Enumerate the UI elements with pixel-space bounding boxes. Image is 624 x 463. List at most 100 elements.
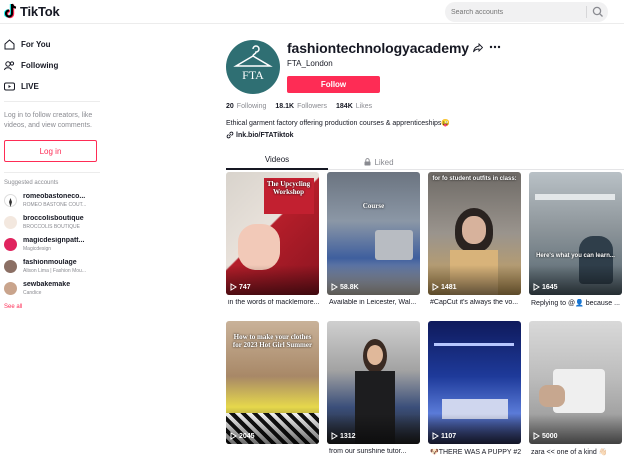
hanger-logo-icon xyxy=(233,45,273,67)
hand-shape xyxy=(238,224,280,270)
avatar xyxy=(4,260,17,273)
account-subtitle: Candice xyxy=(23,290,42,296)
account-subtitle: Magicdesign xyxy=(23,246,52,252)
people-icon xyxy=(4,60,15,70)
play-icon xyxy=(432,283,439,291)
suggested-account[interactable]: magicdesignpatt... Magicdesign xyxy=(4,236,104,254)
play-icon xyxy=(331,283,338,291)
account-subtitle: BROCCOLIS BOUTIQUE xyxy=(23,224,80,230)
avatar xyxy=(4,216,17,229)
video-caption[interactable]: #CapCut it's always the vo... xyxy=(430,299,523,306)
suggested-account[interactable]: fashionmoulage Alison Lima | Fashion Mou… xyxy=(4,258,104,276)
profile-username: fashiontechnologyacademy xyxy=(287,40,469,56)
login-button[interactable]: Log in xyxy=(4,140,97,162)
live-icon xyxy=(4,82,15,90)
profile-link-text: lnk.bio/FTATiktok xyxy=(236,131,294,139)
nav-following[interactable]: Following xyxy=(4,57,58,73)
account-subtitle: Alison Lima | Fashion Mou... xyxy=(23,268,86,274)
search-bar xyxy=(445,2,608,22)
ceiling-light xyxy=(535,194,615,200)
suggested-account[interactable]: broccolisboutique BROCCOLIS BOUTIQUE xyxy=(4,214,104,232)
avatar xyxy=(4,194,17,207)
lock-icon xyxy=(364,158,371,166)
search-icon[interactable] xyxy=(591,5,605,19)
machine-shape xyxy=(375,230,413,260)
video-caption[interactable]: Available in Leicester, Wal... xyxy=(329,299,422,306)
profile-link[interactable]: lnk.bio/FTATiktok xyxy=(226,131,294,139)
share-icon[interactable] xyxy=(473,43,483,53)
avatar-text: FTA xyxy=(242,68,264,82)
play-icon xyxy=(432,432,439,440)
video-thumbnail[interactable]: 1312 xyxy=(327,321,420,444)
video-caption[interactable]: Replying to @👤 because ... xyxy=(531,299,624,307)
nav-for-you-label: For You xyxy=(21,39,51,49)
see-all-link[interactable]: See all xyxy=(4,304,22,310)
video-caption[interactable]: zara << one of a kind 👋🏻 xyxy=(531,448,624,456)
suggested-accounts-title: Suggested accounts xyxy=(4,180,59,186)
view-count-text: 1645 xyxy=(542,283,558,291)
play-icon xyxy=(230,432,237,440)
more-options-icon[interactable] xyxy=(489,45,501,49)
suggested-account[interactable]: romeobastoneco... ROMEO BASTONE COUT... xyxy=(4,192,104,210)
video-thumbnail[interactable]: Course 58.8K xyxy=(327,172,420,295)
home-icon xyxy=(4,38,15,49)
account-name: fashionmoulage xyxy=(23,259,77,266)
account-subtitle: ROMEO BASTONE COUT... xyxy=(23,202,87,208)
video-caption[interactable]: 🐶THERE WAS A PUPPY #2 xyxy=(430,448,523,456)
followers-label: Followers xyxy=(297,103,328,110)
video-thumbnail[interactable]: for fo student outfits in class: 1481 xyxy=(428,172,521,295)
search-divider xyxy=(586,6,587,18)
view-count: 1481 xyxy=(432,283,457,291)
video-caption[interactable]: in the words of macklemore... xyxy=(228,299,321,306)
video-caption[interactable]: from our sunshine tutor... xyxy=(329,448,422,455)
thumbnail-text: The Upcycling Workshop xyxy=(266,180,311,196)
romeo-logo-icon xyxy=(9,198,12,207)
video-thumbnail[interactable]: How to make your clothes for 2023 Hot Gi… xyxy=(226,321,319,444)
view-count-text: 1107 xyxy=(441,432,457,440)
view-count: 1107 xyxy=(432,432,456,440)
account-name: sewbakemake xyxy=(23,281,71,288)
nav-for-you[interactable]: For You xyxy=(4,36,50,52)
tab-videos[interactable]: Videos xyxy=(226,155,328,169)
video-thumbnail[interactable]: The Upcycling Workshop 747 xyxy=(226,172,319,295)
thumbnail-text: Course xyxy=(362,202,385,210)
video-thumbnail[interactable]: 5000 xyxy=(529,321,622,444)
video-thumbnail[interactable]: 1107 xyxy=(428,321,521,444)
view-count: 2045 xyxy=(230,432,255,440)
view-count: 1645 xyxy=(533,283,558,291)
view-count: 58.8K xyxy=(331,283,359,291)
follow-button[interactable]: Follow xyxy=(287,76,380,93)
suggested-account[interactable]: sewbakemake Candice xyxy=(4,280,104,298)
video-thumbnail[interactable]: Here's what you can learn... 1645 xyxy=(529,172,622,295)
tab-active-indicator xyxy=(226,168,328,170)
account-name: romeobastoneco... xyxy=(23,193,86,200)
tiktok-logo[interactable]: TikTok xyxy=(4,3,60,19)
likes-count: 184K xyxy=(336,103,353,110)
sidebar-divider xyxy=(4,172,100,173)
nav-live[interactable]: LIVE xyxy=(4,78,39,94)
avatar xyxy=(4,238,17,251)
followers-count: 18.1K xyxy=(275,103,295,110)
face-shape xyxy=(462,216,486,244)
thumbnail-text: Here's what you can learn... xyxy=(536,253,615,259)
ceiling-light xyxy=(434,343,514,346)
tab-liked[interactable]: Liked xyxy=(328,155,430,169)
search-input[interactable] xyxy=(451,5,583,19)
tab-liked-label: Liked xyxy=(374,157,394,167)
face-shape xyxy=(367,345,383,365)
view-count: 5000 xyxy=(533,432,558,440)
link-icon xyxy=(226,131,234,139)
play-icon xyxy=(533,432,540,440)
sidebar: For You Following LIVE Log in to follow … xyxy=(0,25,108,463)
logo-text: TikTok xyxy=(20,3,60,19)
profile-nickname: FTA_London xyxy=(287,59,333,68)
sidebar-divider xyxy=(4,101,100,102)
profile-stats: 20 Following 18.1K Followers 184K Likes xyxy=(226,103,381,110)
likes-label: Likes xyxy=(355,103,373,110)
tiktok-note-icon xyxy=(4,3,17,19)
view-count: 1312 xyxy=(331,432,356,440)
view-count-text: 1481 xyxy=(441,283,457,291)
avatar xyxy=(4,282,17,295)
nav-following-label: Following xyxy=(21,60,59,70)
following-count: 20 xyxy=(226,103,234,110)
